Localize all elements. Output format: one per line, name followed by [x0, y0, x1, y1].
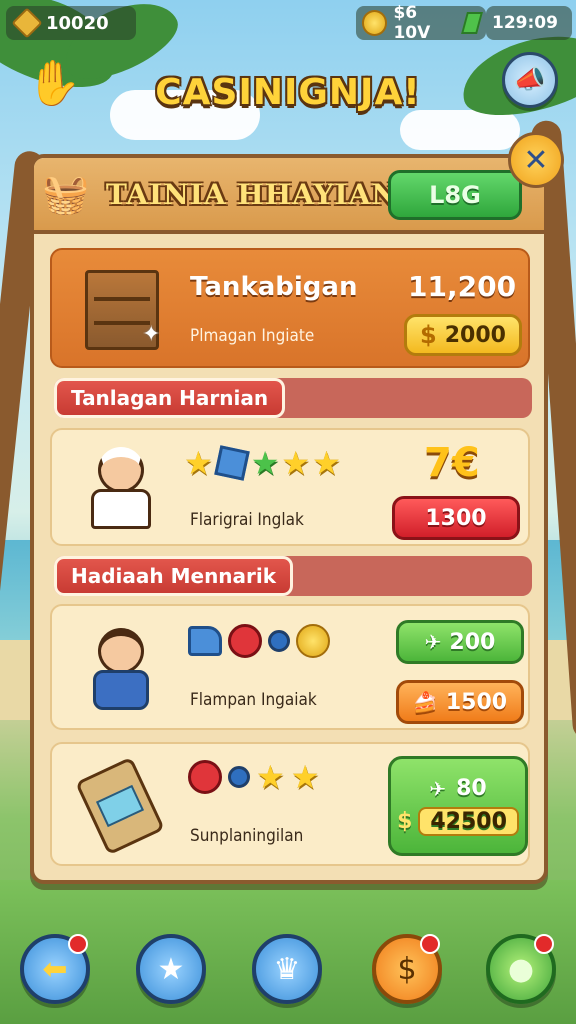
daily-item-buy-button[interactable]: 1300: [392, 496, 520, 540]
section-bar-daily: Tanlagan Harnian: [54, 378, 532, 418]
red-ring-icon: [228, 624, 262, 658]
clock-text: 129:09: [492, 13, 558, 33]
reward-button-top: ✈ 80: [429, 776, 486, 801]
crate-icon: ✦: [72, 266, 172, 354]
green-gem-icon: [461, 12, 483, 34]
reward-button-top-label: 200: [449, 629, 496, 655]
clock: 129:09: [486, 6, 572, 40]
currency-counter: $6 10V: [356, 3, 486, 43]
close-icon: ✕: [523, 142, 549, 178]
chef-character-icon: [66, 440, 176, 536]
gem-counter: 10020: [6, 6, 136, 40]
star-icon: ★: [290, 758, 320, 796]
dollar-icon: $: [397, 809, 413, 834]
reward-bundle-button[interactable]: ✈ 80 $ 42500: [388, 756, 528, 856]
featured-card[interactable]: ✦ Tankabigan 11,200 Plmagan Ingiate $ 20…: [50, 248, 530, 368]
red-ring-icon: [188, 760, 222, 794]
blue-toy-icon: [188, 626, 222, 656]
reward-button-bottom-label: 1500: [445, 689, 508, 715]
reward-button-bottom: $ 42500: [397, 807, 519, 836]
reward-button-bottom[interactable]: 🍰 1500: [396, 680, 524, 724]
plane-icon: ✈: [424, 630, 442, 654]
panel-header: 🧺 TAINIA HHAYIAN L8G: [34, 158, 544, 234]
reward-button-top-label: 80: [456, 776, 487, 801]
notification-dot: [68, 934, 88, 954]
kid-character-icon: [66, 614, 176, 724]
star-icon: ★: [312, 444, 341, 482]
reward-items-row: ★ ★ ★ ★: [184, 444, 341, 482]
phone-device-icon: [70, 756, 170, 856]
dollar-icon: $: [420, 321, 437, 349]
gem-icon: [11, 7, 43, 39]
star-icon: ★: [184, 444, 213, 482]
blue-wheel-icon: [268, 630, 290, 652]
gem-count: 10020: [46, 12, 109, 34]
featured-buy-button[interactable]: $ 2000: [404, 314, 522, 356]
megaphone-icon: 📣: [513, 65, 547, 95]
shop-nav-button[interactable]: $: [372, 934, 442, 1004]
daily-item-subtitle: Flarigrai Inglak: [190, 510, 304, 530]
reward-button-top[interactable]: ✈ 200: [396, 620, 524, 664]
coin-icon: [362, 10, 388, 36]
plane-icon: ✈: [429, 776, 447, 801]
star-icon: ★: [281, 444, 311, 482]
star-icon: ★: [157, 951, 185, 987]
notification-dot: [420, 934, 440, 954]
shop-panel: 🧺 TAINIA HHAYIAN L8G ✕ ✦ Tankabigan 11,2…: [30, 132, 564, 884]
crown-nav-button[interactable]: ♛: [252, 934, 322, 1004]
star-icon: ★: [256, 758, 285, 796]
back-button[interactable]: ⬅: [20, 934, 90, 1004]
crown-icon: ♛: [273, 951, 301, 987]
reward-items-row: ★ ★: [188, 758, 319, 796]
search-nav-button[interactable]: ●: [486, 934, 556, 1004]
reward-item-card[interactable]: Flampan Ingaiak ✈ 200 🍰 1500: [50, 604, 530, 730]
section-bar-rewards: Hadiaah Mennarik: [54, 556, 532, 596]
reward-item-subtitle: Flampan Ingaiak: [190, 690, 317, 710]
basket-icon: 🧺: [42, 172, 90, 216]
money-bag-icon: $: [397, 951, 417, 987]
green-star-icon: ★: [250, 444, 280, 482]
reward-item-card[interactable]: ★ ★ Sunplaningilan ✈ 80 $ 42500: [50, 742, 530, 866]
blue-cube-icon: [213, 445, 250, 481]
close-button[interactable]: ✕: [508, 132, 564, 188]
featured-name: Tankabigan: [190, 272, 358, 302]
cake-icon: 🍰: [412, 690, 438, 714]
reward-item-subtitle: Sunplaningilan: [190, 826, 304, 846]
notification-dot: [534, 934, 554, 954]
search-icon: ●: [507, 951, 535, 987]
daily-item-card[interactable]: ★ ★ ★ ★ Flarigrai Inglak 7€ 1300: [50, 428, 530, 546]
section-label-daily: Tanlagan Harnian: [54, 378, 286, 418]
daily-item-value: 7€: [424, 440, 480, 486]
gold-coin-icon: [296, 624, 330, 658]
currency-count: $6 10V: [393, 3, 431, 43]
cloud: [400, 110, 520, 150]
megaphone-button[interactable]: 📣: [502, 52, 558, 108]
panel-title: TAINIA HHAYIAN: [106, 178, 398, 211]
reward-button-bottom-label: 42500: [418, 807, 519, 836]
featured-amount: 11,200: [408, 270, 517, 303]
featured-price: 2000: [444, 322, 506, 348]
arrow-left-icon: ⬅: [42, 951, 68, 987]
star-nav-button[interactable]: ★: [136, 934, 206, 1004]
log-button[interactable]: L8G: [388, 170, 522, 220]
featured-subtitle: Plmagan Ingiate: [190, 326, 315, 346]
blue-wheel-icon: [228, 766, 250, 788]
game-title: CASINIGNJA!: [155, 72, 421, 113]
section-label-rewards: Hadiaah Mennarik: [54, 556, 294, 596]
reward-items-row: [188, 624, 330, 658]
